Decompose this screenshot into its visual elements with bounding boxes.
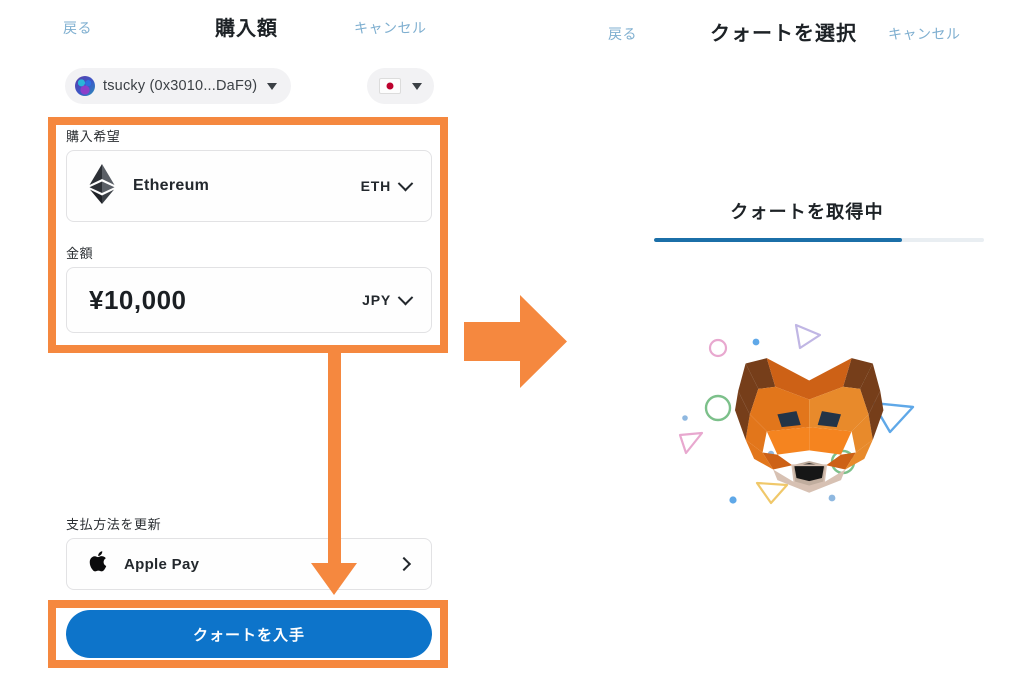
account-selector[interactable]: tsucky (0x3010...DaF9) <box>65 68 292 104</box>
flag-jp-icon <box>379 78 401 94</box>
arrow-down-head-icon <box>311 563 357 595</box>
payment-method-name: Apple Pay <box>124 555 200 573</box>
back-button[interactable]: 戻る <box>608 24 637 44</box>
left-nav-bar: 戻る 購入額 キャンセル <box>0 8 500 48</box>
apple-icon <box>89 550 108 578</box>
caret-down-icon <box>412 82 422 90</box>
arrow-down-icon <box>328 353 341 569</box>
cta-highlight <box>48 600 448 668</box>
payment-method-row[interactable]: Apple Pay <box>66 538 432 590</box>
page-title: 購入額 <box>215 18 278 40</box>
jazzicon-avatar <box>75 76 95 96</box>
metamask-fox-icon <box>660 315 960 530</box>
payment-method-label: 支払方法を更新 <box>66 517 162 532</box>
caret-down-icon <box>267 82 278 90</box>
chevron-right-icon <box>396 556 412 572</box>
cancel-button[interactable]: キャンセル <box>354 18 427 38</box>
purchase-form-highlight <box>48 117 448 353</box>
account-name-label: tsucky (0x3010...DaF9) <box>103 78 258 94</box>
progress-bar <box>654 238 984 242</box>
cancel-button[interactable]: キャンセル <box>888 24 961 44</box>
loading-status-label: クォートを取得中 <box>730 202 884 222</box>
page-title: クォートを選択 <box>710 23 857 45</box>
back-button[interactable]: 戻る <box>63 18 92 38</box>
select-quote-panel: 戻る クォートを選択 キャンセル クォートを取得中 <box>590 0 1024 683</box>
currency-selector[interactable] <box>367 68 434 104</box>
right-nav-bar: 戻る クォートを選択 キャンセル <box>590 14 1024 54</box>
arrow-right-icon <box>464 295 567 388</box>
progress-bar-fill <box>654 238 902 242</box>
